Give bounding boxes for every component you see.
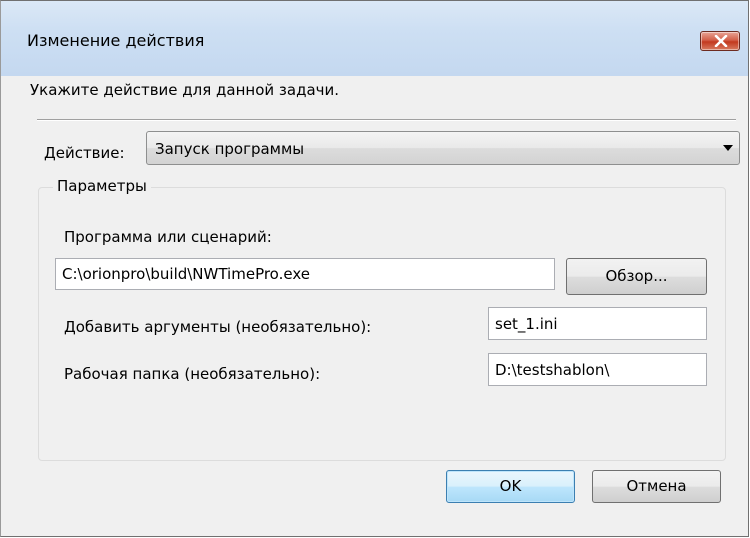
arguments-input[interactable]	[488, 307, 707, 340]
instruction-text: Укажите действие для данной задачи.	[30, 81, 340, 99]
workdir-input[interactable]	[488, 353, 707, 386]
program-input[interactable]	[55, 258, 555, 290]
action-dropdown-value: Запуск программы	[155, 140, 305, 158]
parameters-group-title: Параметры	[53, 177, 151, 195]
arguments-label: Добавить аргументы (необязательно):	[64, 318, 372, 336]
ok-button[interactable]: OK	[446, 470, 575, 503]
action-dropdown[interactable]: Запуск программы	[146, 131, 740, 165]
program-label: Программа или сценарий:	[64, 228, 272, 246]
separator	[37, 119, 736, 121]
close-button[interactable]	[700, 31, 740, 51]
cancel-button[interactable]: Отмена	[592, 470, 721, 503]
window-title: Изменение действия	[27, 31, 205, 50]
browse-button[interactable]: Обзор...	[566, 258, 707, 295]
action-label: Действие:	[44, 144, 125, 162]
dropdown-arrow-icon	[723, 145, 733, 151]
close-icon	[714, 35, 728, 47]
title-bar: Изменение действия	[1, 1, 748, 76]
workdir-label: Рабочая папка (необязательно):	[64, 365, 321, 383]
